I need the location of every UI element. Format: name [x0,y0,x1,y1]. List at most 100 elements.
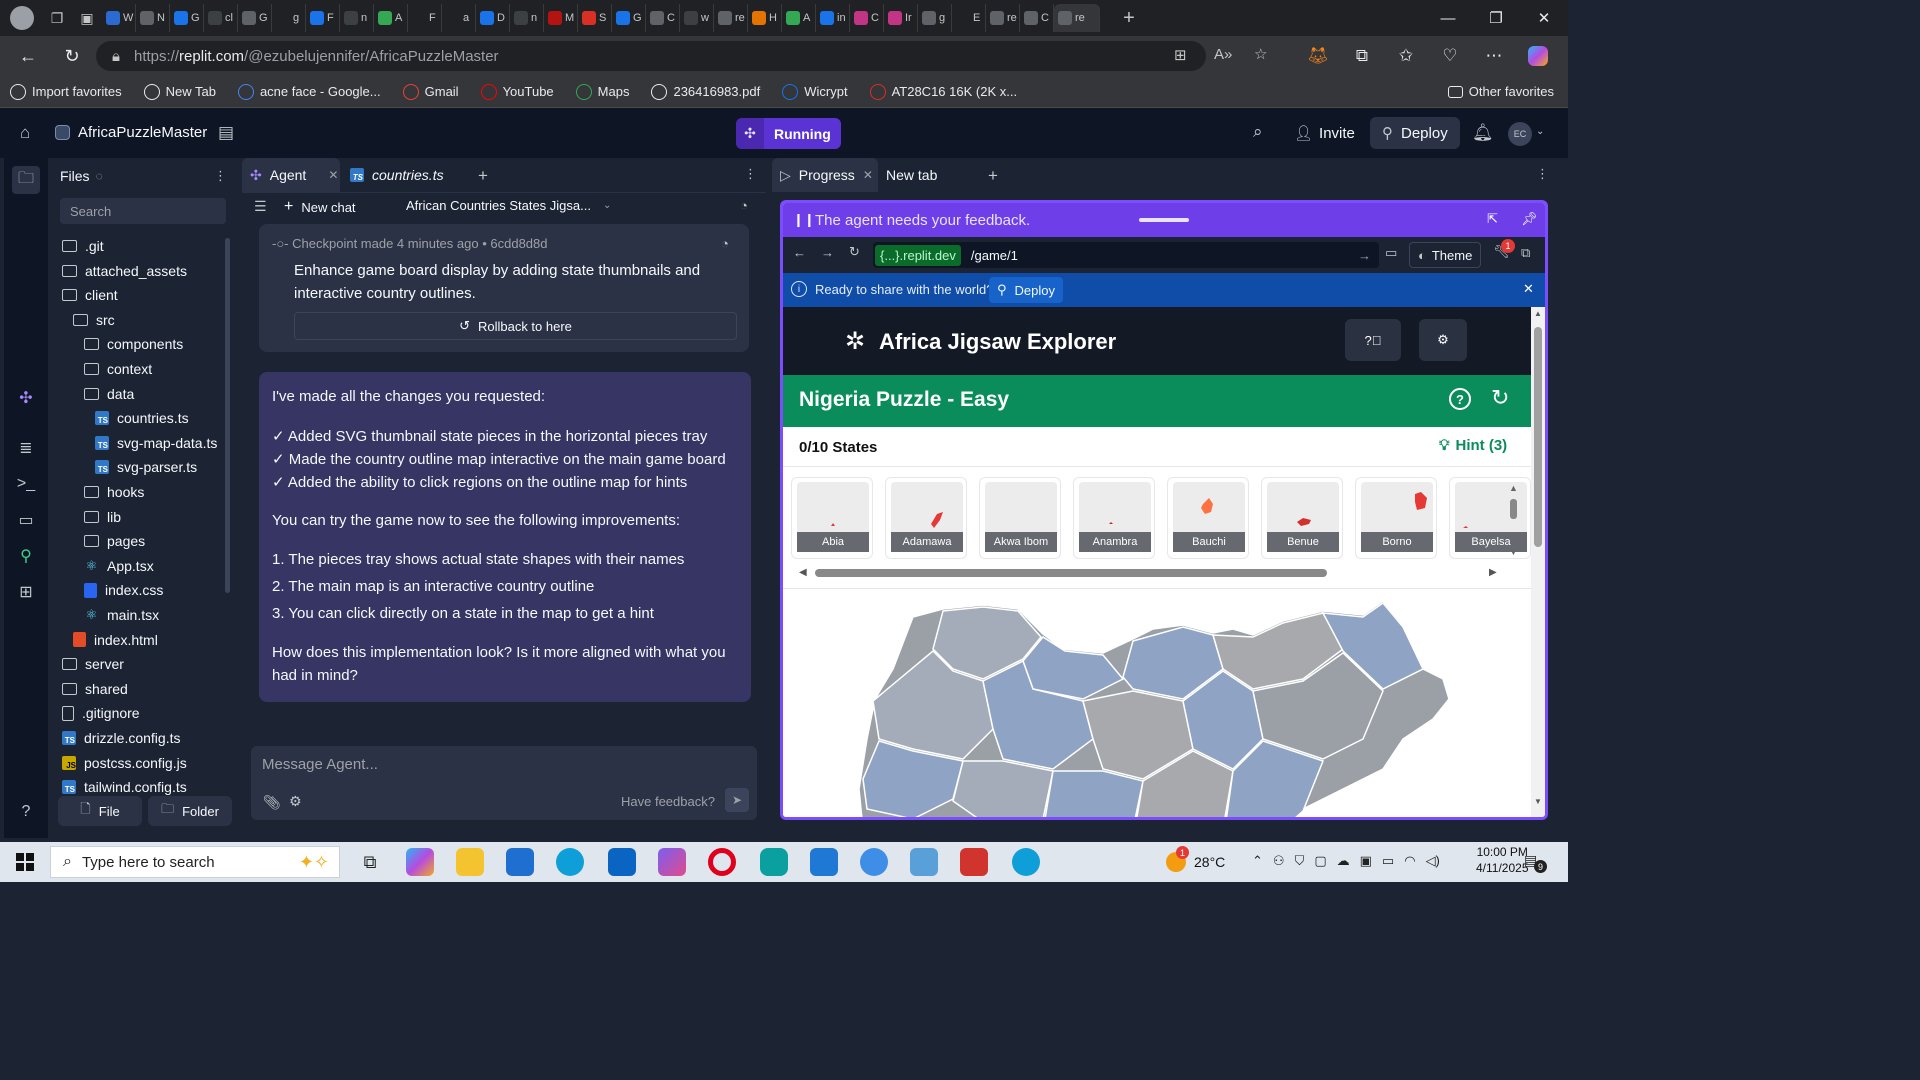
close-icon[interactable]: ✕ [328,168,338,182]
people-icon[interactable]: ⚇ [1273,853,1285,869]
bookmark-item[interactable]: Gmail [402,83,459,100]
onedrive-icon[interactable]: ☁ [1337,853,1350,869]
open-new-window-icon[interactable]: ⧉ [1521,245,1530,261]
file-tree-item[interactable]: hooks [84,480,144,504]
tray-scroll-right-icon[interactable]: ▶ [1489,567,1497,578]
browser-tab[interactable]: S [578,4,612,32]
security-icon[interactable]: ⛉ [1295,853,1305,869]
workspaces-icon[interactable]: ❐ [42,6,72,30]
files-search-input[interactable]: Search [60,198,226,224]
more-menu-icon[interactable]: ⋯ [1472,40,1516,72]
bookmark-item[interactable]: AT28C16 16K (2K x... [869,83,1017,100]
browser-tab[interactable]: D [476,4,510,32]
have-feedback-link[interactable]: Have feedback? [621,794,715,809]
nigeria-map[interactable] [783,589,1531,820]
tray-vscroll-thumb[interactable] [1510,499,1517,519]
file-tree-item[interactable]: TS drizzle.config.ts [62,726,180,750]
attach-icon[interactable]: 📎︎ [263,794,281,811]
browser-tab[interactable]: C [850,4,884,32]
browser-tab[interactable]: cl [204,4,238,32]
edge-icon[interactable] [556,848,584,876]
agent-icon[interactable]: ✣ [14,386,38,410]
edge-profile-icon[interactable] [1012,848,1040,876]
file-tree-item[interactable]: shared [62,677,128,701]
minimize-icon[interactable]: — [1424,0,1472,36]
tray-scroll-left-icon[interactable]: ◀ [799,567,807,578]
task-view-icon[interactable]: ⧉ [356,848,384,876]
state-piece[interactable]: Bauchi [1167,477,1249,559]
webview-icon[interactable]: ▭ [14,508,38,532]
file-tree-item[interactable]: .git [62,234,104,258]
usage-gauge-icon[interactable]: ◔ [740,198,748,213]
help-icon[interactable]: ? [14,800,38,824]
browser-tab[interactable]: g [272,4,306,32]
browser-tab[interactable]: re [1054,4,1100,32]
file-tree-item[interactable]: lib [84,505,121,529]
browser-tab[interactable]: g [918,4,952,32]
notifications-icon[interactable]: ▤ 9 [1524,852,1547,873]
scroll-down-icon[interactable]: ▼ [1534,797,1542,806]
wps-icon[interactable] [960,848,988,876]
copilot-app-icon[interactable] [406,848,434,876]
bookmark-item[interactable]: acne face - Google... [237,83,381,100]
browser-tab[interactable]: W [102,4,136,32]
popout-icon[interactable]: ⇱ [1487,211,1498,227]
battery-icon[interactable]: ▭ [1382,853,1394,869]
display-icon[interactable]: ▣ [1360,853,1372,869]
deployments-icon[interactable]: ⚲ [14,544,38,568]
file-tree-item[interactable]: context [84,357,152,381]
tab-actions-icon[interactable]: ▣ [72,6,102,30]
browser-tab[interactable]: F [408,4,442,32]
file-tree-item[interactable]: src [73,308,115,332]
webview-scrollbar[interactable]: ▲ ▼ [1531,307,1545,817]
pane-menu-icon[interactable]: ⋮ [744,166,757,182]
favorites-icon[interactable]: ✩ [1384,40,1428,72]
help-button[interactable]: ?⃝ [1345,319,1401,361]
go-icon[interactable]: → [1358,248,1371,263]
file-tree-item[interactable]: index.css [84,578,163,602]
add-tab-icon[interactable]: + [478,166,488,186]
search-icon[interactable]: ⌕ [1253,122,1263,142]
file-tree-item[interactable]: JS postcss.config.js [62,751,187,775]
extensions-icon[interactable]: ⧉ [1340,40,1384,72]
browser-tab[interactable]: C [646,4,680,32]
bookmark-item[interactable]: Maps [575,83,629,100]
opera-icon[interactable] [708,848,736,876]
files-menu-icon[interactable]: ⋮ [214,168,227,184]
avatar[interactable]: EC [1508,122,1532,146]
app-available-icon[interactable]: ⊞ [1174,46,1187,64]
new-chat-button[interactable]: + New chat [284,198,356,216]
sticky-notes-icon[interactable] [910,848,938,876]
hdd-icon[interactable]: ▢ [1314,853,1326,869]
tray-scroll-down-icon[interactable]: ▼ [1509,547,1518,557]
state-piece[interactable]: Bayelsa [1449,477,1531,559]
system-tray-icons[interactable]: ⌃ ⚇ ⛉ ▢ ☁ ▣ ▭ ◠ ◁) [1252,853,1440,869]
country-outline-map[interactable] [783,589,1531,820]
state-piece[interactable]: Borno [1355,477,1437,559]
files-scrollbar[interactable] [225,238,230,593]
browser-tab[interactable]: E [952,4,986,32]
browser-tab[interactable]: M [544,4,578,32]
checkpoint-gauge-icon[interactable]: ◔ [721,236,729,251]
file-tree-item[interactable]: server [62,652,124,676]
file-tree-item[interactable]: .gitignore [62,701,140,725]
state-piece[interactable]: Benue [1261,477,1343,559]
volume-icon[interactable]: ◁) [1426,853,1440,869]
tab-agent[interactable]: ✣ Agent ✕ [242,158,340,192]
devices-icon[interactable]: ▭ [1385,245,1397,261]
tab-progress[interactable]: ▷ Progress ✕ [772,158,878,192]
drag-handle[interactable] [1139,218,1189,222]
browser-tab[interactable]: C [1020,4,1054,32]
weather-widget[interactable]: 1 28°C [1166,846,1225,872]
browser-tab[interactable]: G [170,4,204,32]
new-file-button[interactable]: 🗋︎ File [58,796,142,826]
file-tree-item[interactable]: TS countries.ts [95,406,189,430]
state-piece[interactable]: Anambra [1073,477,1155,559]
m365-icon[interactable] [658,848,686,876]
app-icon[interactable] [860,848,888,876]
file-explorer-icon[interactable] [456,848,484,876]
tray-scroll-up-icon[interactable]: ▲ [1509,483,1518,493]
share-deploy-button[interactable]: ⚲ Deploy [989,277,1063,303]
devtools-icon[interactable]: 🔧︎ 1 [1493,239,1515,260]
state-piece[interactable]: Adamawa [885,477,967,559]
